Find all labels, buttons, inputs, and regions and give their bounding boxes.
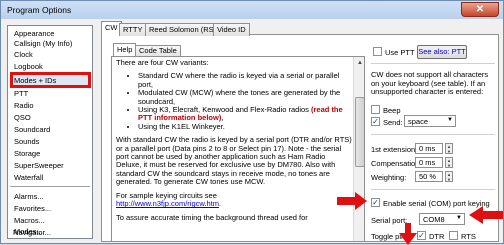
beep-label: Beep (383, 106, 401, 115)
send-checkbox[interactable]: ✓ (371, 117, 380, 126)
weighting-input[interactable]: 50 % (415, 171, 443, 182)
subtab-code-table[interactable]: Code Table (135, 45, 181, 56)
nav-item-callsign[interactable]: Callsign (My Info) (14, 39, 72, 48)
send-label: Send: (383, 118, 403, 127)
nav-item-navigator[interactable]: Navigator... (13, 228, 51, 237)
help-content: There are four CW variants: Standard CW … (116, 58, 352, 227)
send-select[interactable]: space ▼ (404, 115, 456, 127)
weighting-spinner[interactable]: ▲ ▼ (445, 171, 453, 182)
nav-item-storage[interactable]: Storage (14, 149, 40, 158)
use-ptt-label: Use PTT (385, 48, 415, 57)
first-extension-label: 1st extension: (371, 145, 418, 154)
nav-item-supersweeper[interactable]: SuperSweeper (14, 161, 64, 170)
help-bullets: Standard CW where the radio is keyed via… (116, 72, 352, 131)
dtr-label: DTR (429, 232, 445, 241)
help-para-keying: For sample keying circuits see http://www… (116, 191, 352, 209)
serial-port-value: COM8 (423, 215, 445, 224)
red-arrow-icon (337, 192, 367, 210)
subtab-help[interactable]: Help (113, 43, 137, 57)
scroll-thumb[interactable] (355, 97, 364, 167)
nav-item-waterfall[interactable]: Waterfall (14, 173, 43, 182)
help-bullet: Modulated CW (MCW) where the tones are g… (138, 89, 352, 106)
nav-item-soundcard[interactable]: Soundcard (14, 125, 50, 134)
red-arrow-icon (399, 223, 417, 245)
keying-circuits-link[interactable]: http://www.n3fjp.com/rigcw.htm (116, 199, 219, 208)
red-arrow-icon (469, 206, 503, 224)
nav-item-radio[interactable]: Radio (14, 101, 34, 110)
nav-item-macros[interactable]: Macros... (14, 216, 45, 225)
compensation-input[interactable]: 0 ms (415, 157, 443, 168)
scroll-up-icon[interactable]: ▲ (354, 57, 364, 69)
program-options-window: Program Options ✕ Appearance Callsign (M… (0, 0, 504, 245)
title-bar[interactable]: Program Options ✕ (1, 1, 503, 19)
tab-rtty[interactable]: RTTY (119, 23, 147, 36)
nav-item-favorites[interactable]: Favorites... (14, 204, 51, 213)
rts-checkbox[interactable] (449, 231, 458, 240)
dropdown-arrow-icon: ▼ (456, 215, 462, 221)
nav-item-alarms[interactable]: Alarms... (14, 192, 44, 201)
help-para-standard-cw: With standard CW the radio is keyed by a… (116, 135, 352, 187)
see-also-ptt-button[interactable]: See also: PTT (417, 45, 467, 59)
help-bullet: Using K3, Elecraft, Kenwood and Flex-Rad… (138, 105, 352, 123)
divider (371, 189, 495, 190)
help-link-suffix: . (218, 199, 222, 209)
weighting-label: Weighting: (371, 173, 407, 182)
nav-item-logbook[interactable]: Logbook (14, 62, 43, 71)
nav-item-ptt[interactable]: PTT (14, 89, 28, 98)
first-extension-input[interactable]: 0 ms (415, 143, 443, 154)
send-select-value: space (408, 117, 429, 126)
dtr-checkbox[interactable]: ✓ (417, 231, 426, 240)
help-bullet: Using the K1EL Winkeyer. (138, 122, 352, 131)
compensation-spinner[interactable]: ▲ ▼ (445, 157, 453, 168)
help-text-box: There are four CW variants: Standard CW … (111, 56, 365, 242)
close-button[interactable]: ✕ (461, 2, 499, 17)
help-intro: There are four CW variants: (116, 58, 209, 67)
unsupported-char-note: CW does not support all characters on yo… (371, 70, 489, 96)
first-extension-spinner[interactable]: ▲ ▼ (445, 143, 453, 154)
help-bullet: Standard CW where the radio is keyed via… (138, 72, 352, 89)
rts-label: RTS (461, 232, 476, 241)
compensation-label: Compensation: (371, 159, 422, 168)
divider (371, 63, 495, 64)
help-scrollbar[interactable]: ▲ (353, 57, 364, 241)
nav-item-sounds[interactable]: Sounds (14, 137, 39, 146)
help-para-timing: To assure accurate timing the background… (116, 212, 308, 222)
beep-checkbox[interactable] (371, 105, 380, 114)
divider (371, 134, 495, 135)
tab-video-id[interactable]: Video ID (213, 23, 250, 36)
dropdown-arrow-icon: ▼ (447, 117, 453, 123)
red-highlight-box (10, 72, 91, 88)
nav-item-clock[interactable]: Clock (14, 50, 33, 59)
options-nav-list: Appearance Callsign (My Info) Clock Logb… (7, 25, 93, 239)
enable-serial-checkbox[interactable]: ✓ (371, 198, 380, 207)
nav-item-qso[interactable]: QSO (14, 113, 31, 122)
nav-divider (10, 186, 90, 187)
use-ptt-checkbox[interactable] (373, 47, 382, 56)
serial-port-select[interactable]: COM8 ▼ (419, 213, 465, 225)
window-title: Program Options (7, 5, 72, 15)
nav-item-appearance[interactable]: Appearance (14, 29, 54, 38)
